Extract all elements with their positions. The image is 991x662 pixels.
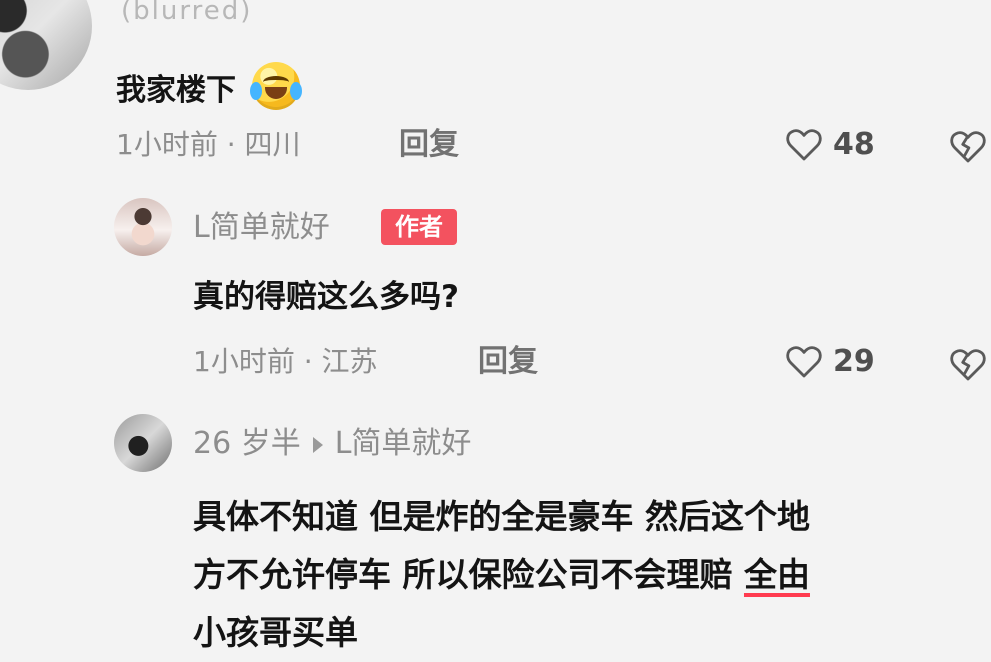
laughing-tears-icon — [250, 62, 303, 110]
author-avatar[interactable] — [114, 198, 172, 256]
comment-1-reply-button[interactable]: 回复 — [399, 128, 459, 162]
commenter-avatar[interactable] — [0, 0, 92, 90]
comment-1-like-button[interactable]: 48 — [783, 124, 875, 166]
tear-left-icon — [250, 82, 263, 100]
heart-icon — [786, 129, 822, 161]
comment-1-meta: 1小时前 · 四川 — [116, 128, 301, 162]
reply-author-avatar[interactable] — [114, 414, 172, 472]
reply-target-name[interactable]: L简单就好 — [335, 426, 472, 462]
comment-1-text: 我家楼下 — [116, 62, 303, 112]
heart-icon — [786, 346, 822, 378]
comment-1-body: 我家楼下 — [116, 73, 236, 108]
comment-2-text: 真的得赔这么多吗? — [193, 279, 459, 315]
broken-heart-icon — [950, 131, 986, 163]
broken-heart-icon — [950, 349, 986, 381]
comment-1-separator: · — [226, 128, 245, 161]
comment-1-time: 1小时前 — [116, 128, 218, 161]
author-badge: 作者 — [381, 209, 457, 245]
reply-body: 具体不知道 但是炸的全是豪车 然后这个地 方不允许停车 所以保险公司不会理赔 全… — [193, 488, 983, 662]
comment-2-like-button[interactable]: 29 — [783, 341, 875, 383]
reply-underlined-text: 全由 — [743, 555, 810, 594]
reply-line-2: 方不允许停车 所以保险公司不会理赔 全由 — [193, 546, 983, 604]
comment-2-meta: 1小时前 · 江苏 — [193, 345, 378, 379]
reply-author-name[interactable]: 26 岁半 — [193, 426, 301, 462]
reply-line-1: 具体不知道 但是炸的全是豪车 然后这个地 — [193, 497, 810, 536]
comment-1-dislike-button[interactable] — [947, 126, 989, 172]
tear-right-icon — [290, 82, 303, 100]
comment-2-author-name[interactable]: L简单就好 — [193, 210, 330, 246]
commenter-name[interactable]: (blurred) — [121, 0, 252, 24]
comment-2-dislike-button[interactable] — [947, 344, 989, 390]
reply-header: 26 岁半 L简单就好 — [193, 426, 471, 462]
reply-line-3: 小孩哥买单 — [193, 613, 358, 652]
comment-2-like-count: 29 — [833, 344, 875, 379]
reply-arrow-icon — [312, 437, 323, 453]
reply-line-2-prefix: 方不允许停车 所以保险公司不会理赔 — [193, 555, 744, 594]
comment-2-separator: · — [303, 345, 322, 378]
comment-1-like-count: 48 — [833, 127, 875, 162]
comment-2-location: 江苏 — [321, 345, 378, 378]
comment-1-location: 四川 — [244, 128, 301, 161]
comment-2-reply-button[interactable]: 回复 — [478, 345, 538, 379]
comment-2-time: 1小时前 — [193, 345, 295, 378]
